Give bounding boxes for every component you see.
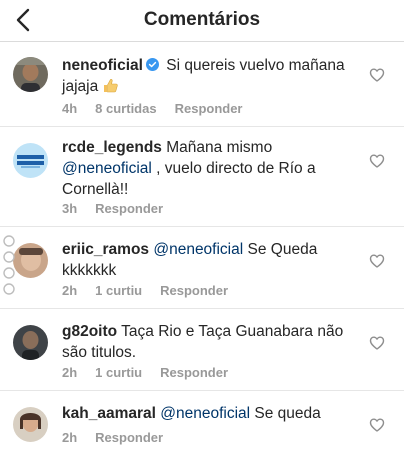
heart-icon[interactable]: [369, 253, 385, 269]
comment-meta: 4h 8 curtidas Responder: [62, 101, 261, 116]
comment-text: kah_aamaral @neneoficial Se queda: [62, 403, 352, 424]
comment-username[interactable]: g82oito: [62, 323, 117, 340]
heart-icon[interactable]: [369, 335, 385, 351]
comment-username[interactable]: eriic_ramos: [62, 241, 149, 258]
comment-username[interactable]: kah_aamaral: [62, 405, 156, 422]
avatar[interactable]: [13, 57, 48, 92]
reply-button[interactable]: Responder: [95, 201, 163, 216]
divider: [0, 126, 404, 127]
comment-time: 3h: [62, 201, 78, 216]
divider: [0, 308, 404, 309]
comment-time: 2h: [62, 430, 78, 445]
reply-button[interactable]: Responder: [95, 430, 163, 445]
avatar[interactable]: [13, 243, 48, 278]
binder-rings-decoration: [2, 234, 16, 296]
likes-count[interactable]: 1 curtiu: [95, 283, 142, 298]
avatar[interactable]: [13, 143, 48, 178]
thumbs-up-icon: [102, 77, 119, 94]
comment-username[interactable]: neneoficial: [62, 57, 143, 74]
header-bar: Comentários: [0, 0, 404, 42]
avatar[interactable]: [13, 325, 48, 360]
reply-button[interactable]: Responder: [175, 101, 243, 116]
reply-button[interactable]: Responder: [160, 283, 228, 298]
comment-time: 4h: [62, 101, 78, 116]
comment-text: rcde_legends Mañana mismo @neneoficial ,…: [62, 137, 352, 200]
likes-count[interactable]: 1 curtiu: [95, 365, 142, 380]
comment-meta: 2h Responder: [62, 430, 181, 445]
comment-meta: 3h Responder: [62, 201, 181, 216]
avatar[interactable]: [13, 407, 48, 442]
comment-meta: 2h 1 curtiu Responder: [62, 365, 246, 380]
comment-meta: 2h 1 curtiu Responder: [62, 283, 246, 298]
mention-link[interactable]: @neneoficial: [153, 241, 243, 258]
page-title: Comentários: [143, 9, 261, 30]
comment-text: neneoficial Si quereis vuelvo mañana jaj…: [62, 55, 352, 97]
divider: [0, 390, 404, 391]
comment-text: eriic_ramos @neneoficial Se Queda kkkkkk…: [62, 239, 352, 281]
likes-count[interactable]: 8 curtidas: [95, 101, 156, 116]
divider: [0, 226, 404, 227]
comment-time: 2h: [62, 283, 78, 298]
verified-badge-icon: [145, 58, 159, 71]
comment-text: g82oito Taça Rio e Taça Guanabara não sã…: [62, 321, 352, 363]
mention-link[interactable]: @neneoficial: [62, 160, 152, 177]
comment-time: 2h: [62, 365, 78, 380]
heart-icon[interactable]: [369, 417, 385, 433]
heart-icon[interactable]: [369, 67, 385, 83]
comment-body: Mañana mismo: [166, 139, 273, 156]
mention-link[interactable]: @neneoficial: [160, 405, 250, 422]
reply-button[interactable]: Responder: [160, 365, 228, 380]
comment-username[interactable]: rcde_legends: [62, 139, 162, 156]
heart-icon[interactable]: [369, 153, 385, 169]
comment-body: Se queda: [254, 405, 321, 422]
